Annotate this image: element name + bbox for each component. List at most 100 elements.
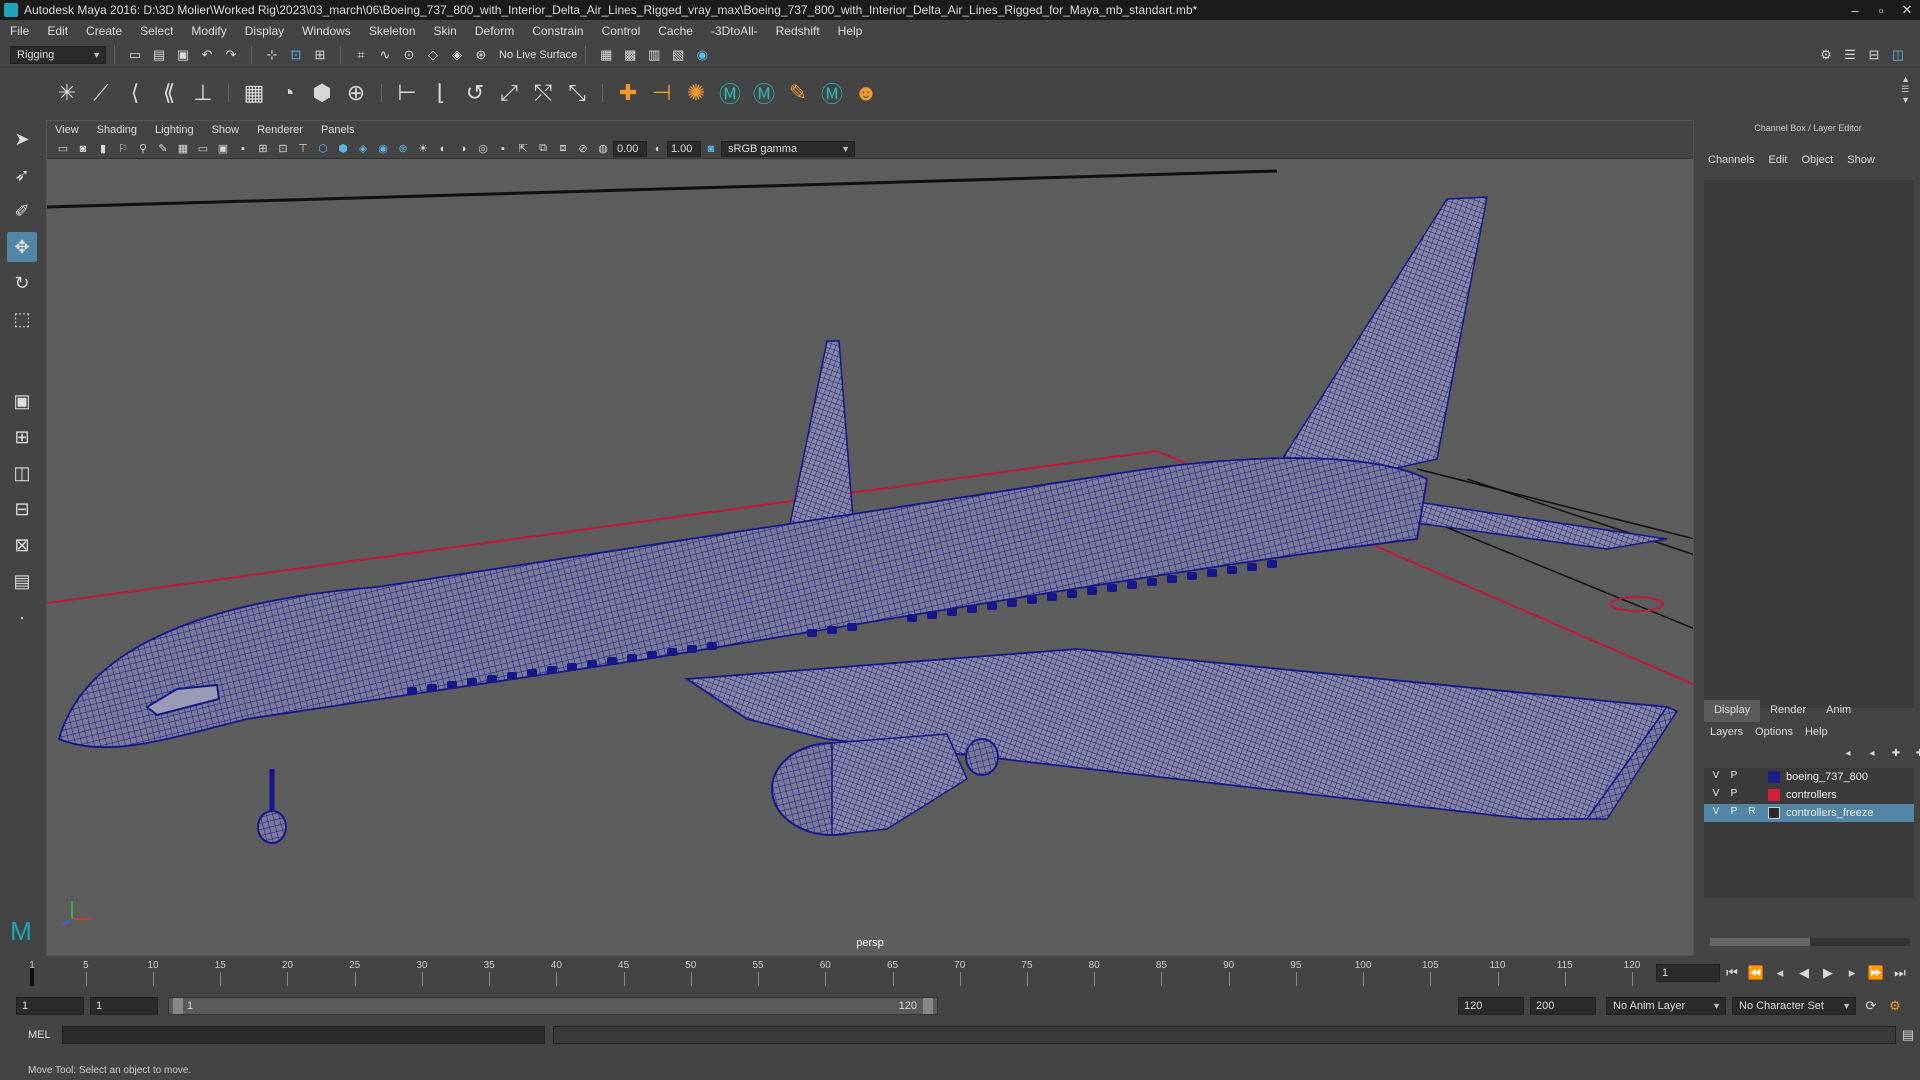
smooth-bind-icon[interactable]: ◔ — [273, 78, 303, 108]
mirror-joint-icon[interactable]: ⊥ — [188, 78, 218, 108]
snap-grid-icon[interactable]: ⌗ — [352, 46, 370, 64]
new-layer-icon[interactable]: ✚ — [1887, 744, 1905, 762]
time-ruler[interactable]: 1 5 10 15 20 25 30 35 40 45 50 55 60 65 70 75 80 85 90 95 10… — [28, 958, 1648, 986]
anti-aliasing-icon[interactable]: ◎ — [476, 142, 490, 156]
ik-handle-icon[interactable]: ⟋ — [86, 78, 116, 108]
playback-start-field[interactable]: 1 — [90, 997, 158, 1015]
paint-select-tool-icon[interactable]: ✐ — [7, 196, 37, 226]
layer-playback-toggle[interactable]: P — [1726, 770, 1742, 784]
cb-menu-channels[interactable]: Channels — [1708, 154, 1754, 166]
gate-mask-icon[interactable]: ▪ — [236, 142, 250, 156]
layer-color-swatch[interactable] — [1768, 789, 1780, 801]
channel-box-area[interactable] — [1704, 180, 1914, 708]
select-component-icon[interactable]: ⊞ — [311, 46, 329, 64]
shadows-icon[interactable]: ☀ — [416, 142, 430, 156]
exposure-icon[interactable]: ◍ — [596, 142, 610, 156]
ik-spline-icon[interactable]: ⟨ — [120, 78, 150, 108]
aim-constraint-icon[interactable]: ⌊ — [426, 78, 456, 108]
range-end-handle[interactable] — [923, 998, 933, 1014]
undo-icon[interactable]: ↶ — [198, 46, 216, 64]
single-view-layout-icon[interactable]: ▣ — [7, 386, 37, 416]
panel-menu-renderer[interactable]: Renderer — [257, 124, 303, 136]
le-menu-layers[interactable]: Layers — [1710, 726, 1743, 738]
gamma-field[interactable]: 1.00 — [667, 140, 701, 157]
panel-menu-view[interactable]: View — [55, 124, 79, 136]
isolate-select-icon[interactable]: ⇱ — [516, 142, 530, 156]
menu-3dtoall[interactable]: -3DtoAll- — [711, 24, 758, 38]
select-hierarchy-icon[interactable]: ⊹ — [263, 46, 281, 64]
auto-key-icon[interactable]: ⟳ — [1862, 997, 1880, 1015]
2d-pan-zoom-icon[interactable]: ⚲ — [136, 142, 150, 156]
paint-weights-icon[interactable]: ✎ — [783, 78, 813, 108]
insert-joint-icon[interactable]: ⟪ — [154, 78, 184, 108]
select-tool-icon[interactable]: ➤ — [7, 124, 37, 154]
orient-constraint-icon[interactable]: ↺ — [460, 78, 490, 108]
redo-icon[interactable]: ↷ — [222, 46, 240, 64]
le-menu-help[interactable]: Help — [1805, 726, 1828, 738]
save-scene-icon[interactable]: ▣ — [174, 46, 192, 64]
menu-skin[interactable]: Skin — [434, 24, 457, 38]
close-button[interactable]: ✕ — [1894, 0, 1920, 20]
select-object-icon[interactable]: ⊡ — [287, 46, 305, 64]
panel-menu-lighting[interactable]: Lighting — [155, 124, 194, 136]
exposure-field[interactable]: 0.00 — [613, 140, 647, 157]
menu-create[interactable]: Create — [86, 24, 122, 38]
new-layer-selected-icon[interactable]: ✚ — [1911, 744, 1920, 762]
cb-menu-edit[interactable]: Edit — [1768, 154, 1787, 166]
layer-scrollbar-thumb[interactable] — [1710, 938, 1810, 946]
render-view-icon[interactable]: ▦ — [597, 46, 615, 64]
layer-row[interactable]: V P boeing_737_800 — [1704, 768, 1914, 786]
bind-skin-icon[interactable]: ▦ — [239, 78, 269, 108]
xray-components-icon[interactable]: ⊘ — [576, 142, 590, 156]
grid-icon[interactable]: ▦ — [176, 142, 190, 156]
camera-attributes-icon[interactable]: ◙ — [76, 142, 90, 156]
snap-point-icon[interactable]: ⊙ — [400, 46, 418, 64]
range-start-handle[interactable] — [173, 998, 183, 1014]
go-to-start-icon[interactable]: ⏮ — [1723, 964, 1741, 982]
side-by-side-layout-icon[interactable]: ◫ — [7, 458, 37, 488]
field-chart-icon[interactable]: ⊞ — [256, 142, 270, 156]
mode-dropdown[interactable]: Rigging ▼ — [10, 45, 106, 64]
perspective-viewport[interactable]: persp — [47, 159, 1693, 955]
smooth-shade-icon[interactable]: ⬢ — [336, 142, 350, 156]
depth-of-field-icon[interactable]: ▪ — [496, 142, 510, 156]
safe-title-icon[interactable]: ⊤ — [296, 142, 310, 156]
animation-start-field[interactable]: 1 — [16, 997, 84, 1015]
menu-skeleton[interactable]: Skeleton — [369, 24, 416, 38]
layer-color-swatch[interactable] — [1768, 807, 1780, 819]
command-input[interactable] — [61, 1026, 545, 1044]
channel-box-icon[interactable]: ◫ — [1889, 46, 1907, 64]
layer-visibility-toggle[interactable]: V — [1708, 770, 1724, 784]
animation-preferences-icon[interactable]: ⚙ — [1886, 997, 1904, 1015]
view-transform-dropdown[interactable]: sRGB gamma ▼ — [721, 140, 855, 157]
joint-tool-icon[interactable]: ✳ — [52, 78, 82, 108]
menu-select[interactable]: Select — [140, 24, 173, 38]
snap-curve-icon[interactable]: ∿ — [376, 46, 394, 64]
layer-row[interactable]: V P controllers — [1704, 786, 1914, 804]
gamma-icon[interactable]: ◖ — [650, 142, 664, 156]
panel-menu-shading[interactable]: Shading — [97, 124, 137, 136]
snap-plane-icon[interactable]: ◇ — [424, 46, 442, 64]
move-layer-up-icon[interactable]: ◂ — [1839, 744, 1857, 762]
render-settings-icon[interactable]: ▧ — [669, 46, 687, 64]
render-current-icon[interactable]: ▩ — [621, 46, 639, 64]
maximize-button[interactable]: ▫ — [1868, 0, 1894, 20]
menu-modify[interactable]: Modify — [191, 24, 226, 38]
wireframe-icon[interactable]: ⬡ — [316, 142, 330, 156]
color-management-icon[interactable]: ◙ — [704, 142, 718, 156]
play-forwards-icon[interactable]: ▶ — [1819, 964, 1837, 982]
lasso-tool-icon[interactable]: ➶ — [7, 160, 37, 190]
quick-rig-icon[interactable]: Ⓜ — [817, 78, 847, 108]
skeleton-icon[interactable]: ☻ — [851, 78, 881, 108]
character-icon[interactable]: Ⓜ — [749, 78, 779, 108]
camera-select-icon[interactable]: ▭ — [56, 142, 70, 156]
persp-outliner-layout-icon[interactable]: ⊠ — [7, 530, 37, 560]
menu-windows[interactable]: Windows — [302, 24, 351, 38]
move-layer-down-icon[interactable]: ◂ — [1863, 744, 1881, 762]
range-bar[interactable]: 1 120 — [168, 997, 938, 1015]
tab-anim[interactable]: Anim — [1816, 700, 1861, 722]
locator-icon[interactable]: ✚ — [613, 78, 643, 108]
xray-icon[interactable]: ⧉ — [536, 142, 550, 156]
tool-settings-icon[interactable]: ⊟ — [1865, 46, 1883, 64]
layer-reference-toggle[interactable] — [1744, 788, 1760, 802]
